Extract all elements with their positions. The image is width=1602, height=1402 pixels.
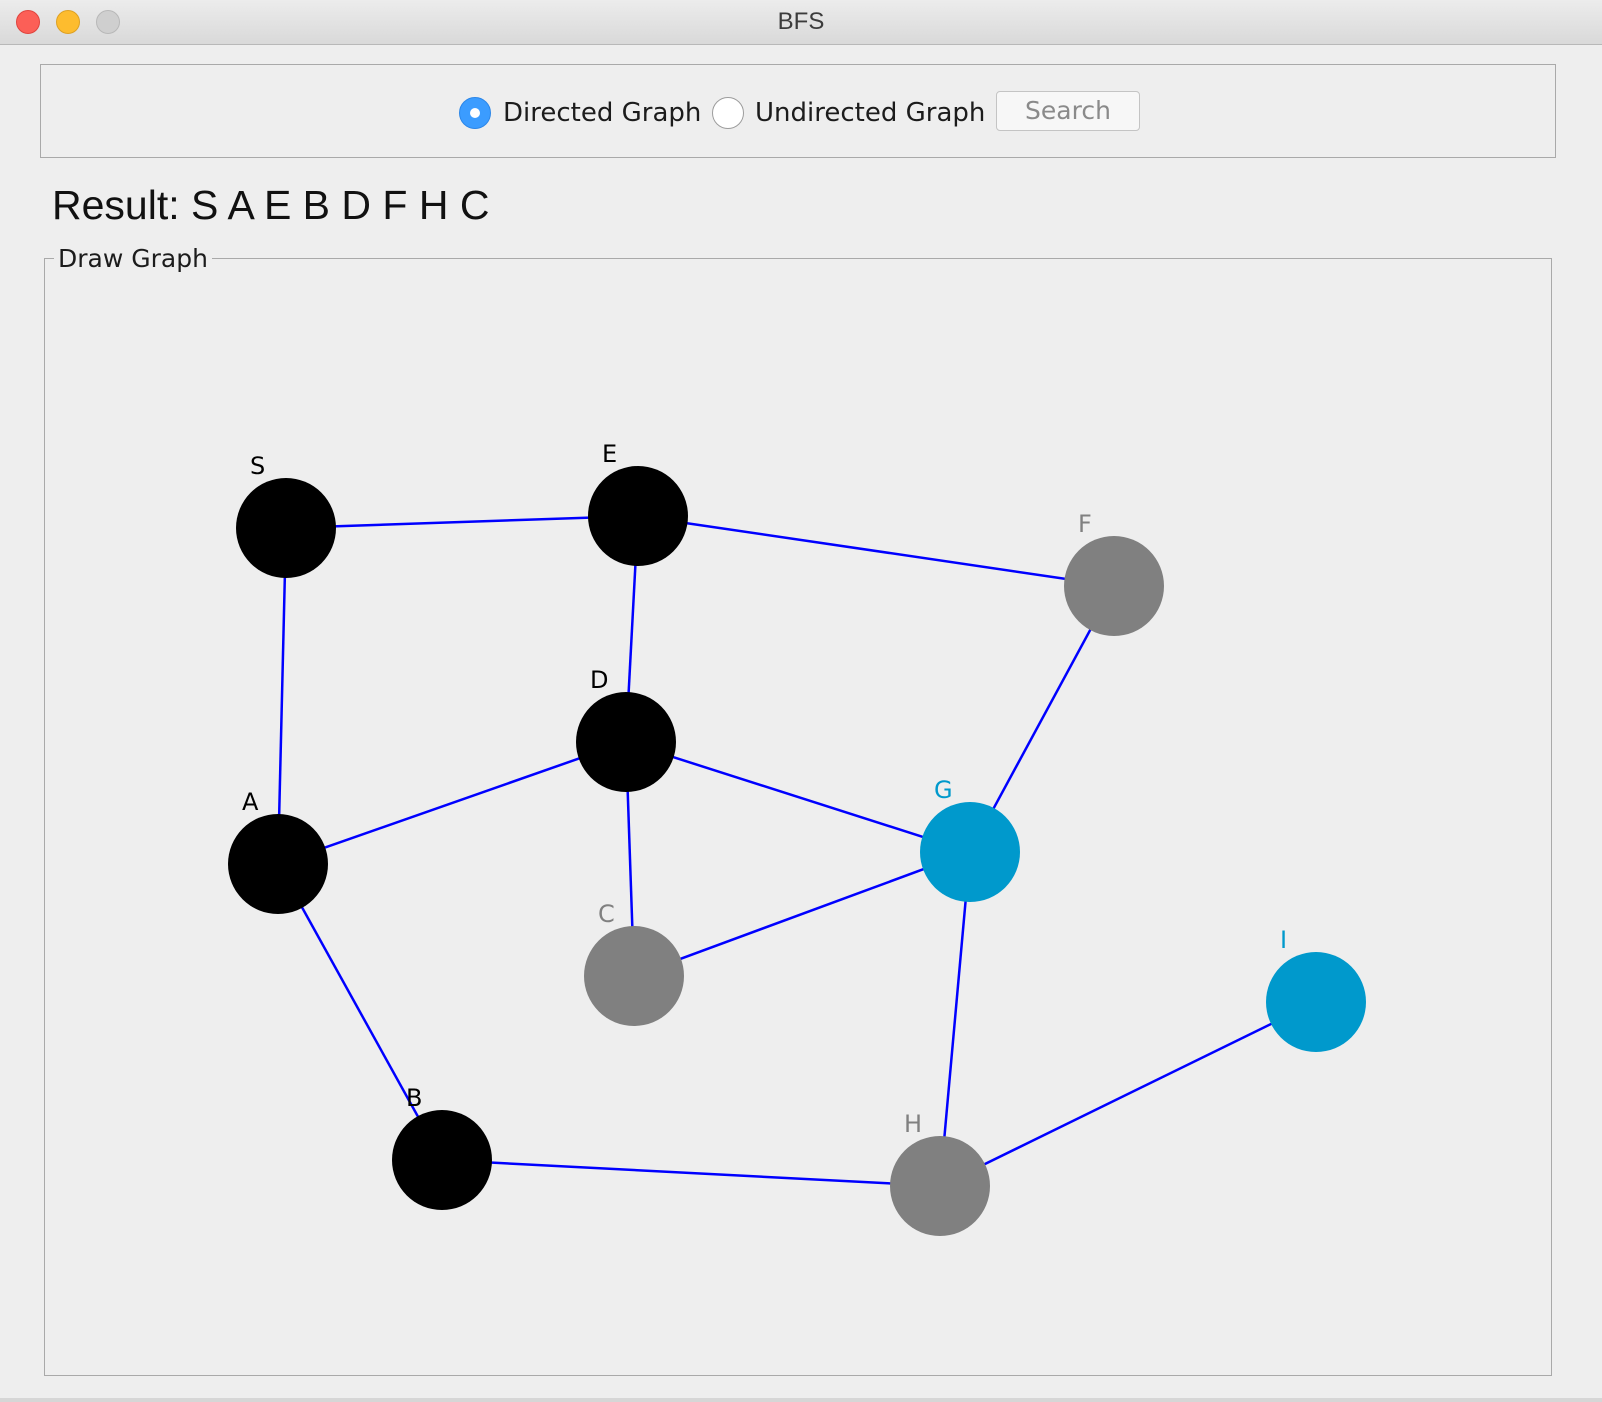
edge-line bbox=[940, 861, 971, 1169]
edge-line bbox=[973, 601, 1107, 844]
edge-A-D bbox=[287, 745, 610, 862]
nodes-layer: S E F D A G C I B H bbox=[228, 440, 1366, 1236]
node-E[interactable] bbox=[588, 466, 688, 566]
edge-G-F bbox=[973, 601, 1107, 844]
node-label-E: E bbox=[602, 440, 617, 468]
node-label-H: H bbox=[904, 1110, 922, 1138]
edge-B-H bbox=[451, 1159, 923, 1194]
edge-line bbox=[635, 743, 954, 848]
edge-S-A bbox=[269, 537, 289, 847]
graph-canvas[interactable]: S E F D A G C I B H bbox=[0, 0, 1602, 1402]
node-I[interactable] bbox=[1266, 952, 1366, 1052]
node-label-D: D bbox=[590, 666, 608, 694]
node-label-I: I bbox=[1280, 926, 1287, 954]
node-B[interactable] bbox=[392, 1110, 492, 1210]
edge-D-G bbox=[635, 743, 954, 850]
bfs-window: BFS Directed Graph Undirected Graph Sear… bbox=[0, 0, 1602, 1402]
node-label-G: G bbox=[934, 776, 953, 804]
node-label-C: C bbox=[598, 900, 615, 928]
edge-line bbox=[642, 857, 954, 974]
edge-line bbox=[647, 516, 1097, 585]
node-G[interactable] bbox=[920, 802, 1020, 902]
node-F[interactable] bbox=[1064, 536, 1164, 636]
edge-line bbox=[277, 537, 288, 847]
node-H[interactable] bbox=[890, 1136, 990, 1236]
node-label-S: S bbox=[250, 452, 265, 480]
node-D[interactable] bbox=[576, 692, 676, 792]
edge-H-I bbox=[948, 1008, 1301, 1183]
node-label-A: A bbox=[242, 788, 259, 816]
edge-line bbox=[451, 1159, 923, 1187]
node-S[interactable] bbox=[236, 478, 336, 578]
edge-G-H bbox=[933, 861, 971, 1169]
node-C[interactable] bbox=[584, 926, 684, 1026]
edge-C-G bbox=[642, 856, 954, 974]
edge-S-E bbox=[295, 507, 621, 529]
edge-line bbox=[295, 515, 621, 529]
edge-E-F bbox=[647, 516, 1097, 591]
edge-line bbox=[287, 746, 610, 862]
node-label-B: B bbox=[406, 1084, 422, 1112]
window-bottom-edge bbox=[0, 1398, 1602, 1402]
edge-line bbox=[948, 1008, 1301, 1183]
node-A[interactable] bbox=[228, 814, 328, 914]
node-label-F: F bbox=[1078, 510, 1092, 538]
